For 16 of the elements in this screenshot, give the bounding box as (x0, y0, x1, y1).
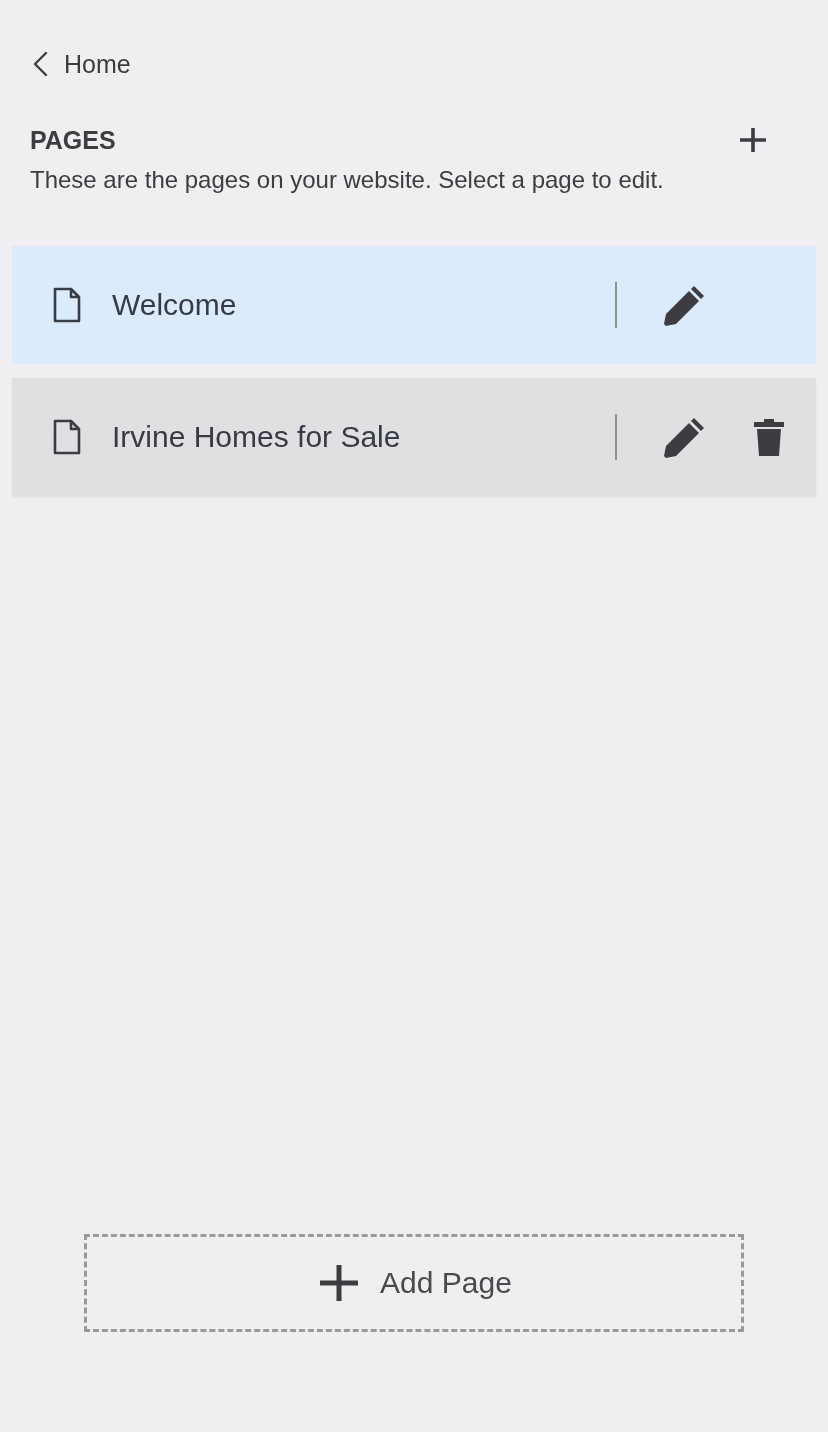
pencil-icon[interactable] (664, 416, 706, 458)
page-title: Irvine Homes for Sale (112, 420, 402, 454)
section-title: PAGES (30, 125, 116, 156)
add-page-button[interactable]: Add Page (84, 1234, 744, 1332)
page-row[interactable]: Irvine Homes for Sale (12, 378, 816, 496)
pencil-icon[interactable] (664, 284, 706, 326)
add-icon[interactable] (740, 128, 766, 152)
document-icon (53, 287, 81, 323)
back-link[interactable]: Home (32, 48, 131, 80)
document-icon (53, 419, 81, 455)
trash-icon[interactable] (754, 418, 784, 456)
page-row[interactable]: Welcome (12, 246, 816, 364)
chevron-left-icon (32, 51, 48, 77)
section-description: These are the pages on your website. Select a page to edit. (30, 165, 664, 195)
plus-icon (320, 1265, 359, 1301)
page-title: Welcome (112, 288, 238, 322)
